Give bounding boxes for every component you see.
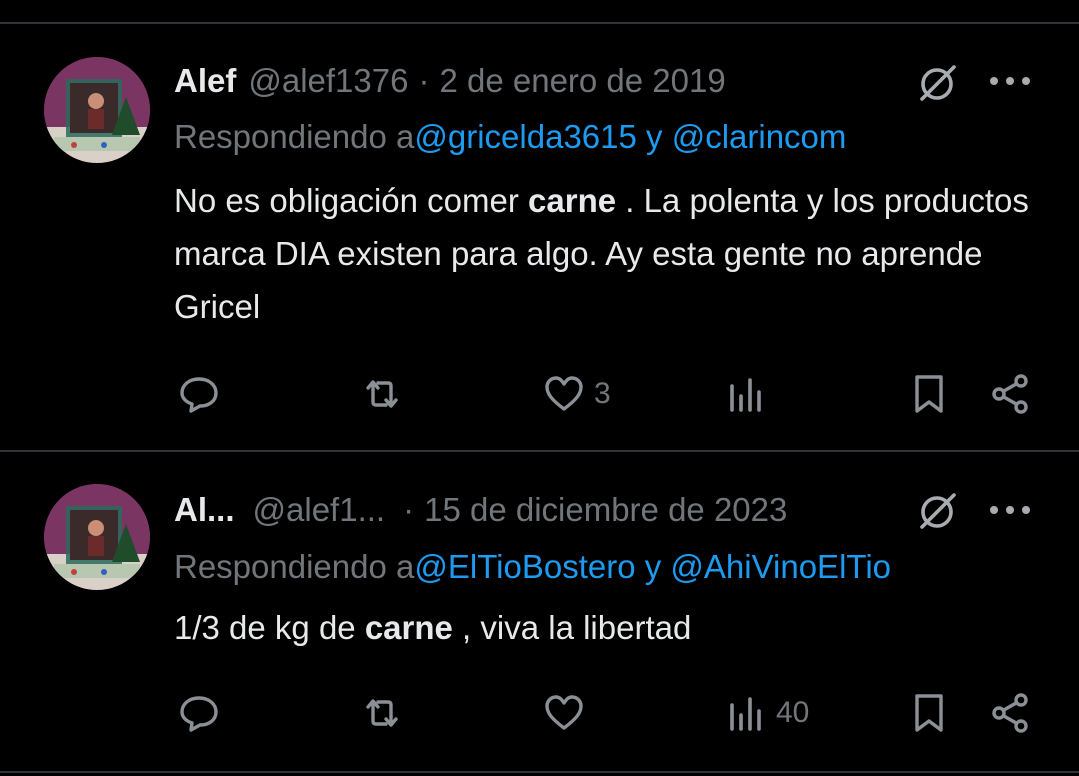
share-icon xyxy=(988,372,1032,416)
replying-handle-1[interactable]: @ElTioBostero xyxy=(414,548,635,585)
display-name[interactable]: Alef xyxy=(174,62,236,100)
bookmark-icon xyxy=(907,691,951,735)
timeline: Alef @alef1376 · 2 de enero de 2019 Resp… xyxy=(0,0,1079,776)
replying-to: Respondiendo a@ElTioBostero y @AhiVinoEl… xyxy=(174,548,891,586)
separator-dot: · xyxy=(418,62,430,99)
reply-icon xyxy=(177,691,221,735)
views-icon xyxy=(724,372,768,416)
like-count: 3 xyxy=(594,377,611,410)
tweet-text-start: 1/3 de kg de xyxy=(174,609,365,646)
user-handle[interactable]: @alef1376 xyxy=(248,62,408,100)
replying-prefix: Respondiendo a xyxy=(174,118,415,155)
display-name[interactable]: Al... xyxy=(174,491,235,529)
avatar[interactable] xyxy=(44,484,150,590)
more-icon[interactable] xyxy=(990,492,1030,528)
tweet-text: No es obligación comer carne . La polent… xyxy=(174,174,1044,333)
retweet-icon xyxy=(360,372,404,416)
share-button[interactable] xyxy=(988,691,1032,735)
separator-dot: · xyxy=(403,491,415,528)
bookmark-button[interactable] xyxy=(907,691,951,735)
tweet-header: Alef @alef1376 · 2 de enero de 2019 xyxy=(174,57,726,105)
bookmark-icon xyxy=(907,372,951,416)
bookmark-button[interactable] xyxy=(907,372,951,416)
replying-conjunction: y xyxy=(635,548,671,585)
tweet-text-highlight: carne xyxy=(364,609,453,646)
grok-icon[interactable] xyxy=(916,489,960,533)
replying-handle-2[interactable]: @clarincom xyxy=(672,118,847,155)
like-button[interactable] xyxy=(542,691,594,735)
reply-icon xyxy=(177,372,221,416)
tweet-text: 1/3 de kg de carne , viva la libertad xyxy=(174,601,1044,654)
replying-conjunction: y xyxy=(636,118,672,155)
replying-prefix: Respondiendo a xyxy=(174,548,415,585)
user-handle[interactable]: @alef1... xyxy=(253,491,386,529)
like-icon xyxy=(542,691,586,735)
tweet-text-highlight: carne xyxy=(528,182,617,219)
top-divider xyxy=(0,22,1079,24)
share-button[interactable] xyxy=(988,372,1032,416)
tweet-date[interactable]: 2 de enero de 2019 xyxy=(439,62,725,100)
replying-to: Respondiendo a@gricelda3615 y @clarincom xyxy=(174,118,846,156)
reply-button[interactable] xyxy=(177,691,229,735)
retweet-button[interactable] xyxy=(360,691,412,735)
tweet-header: Al... @alef1... · 15 de diciembre de 202… xyxy=(174,486,787,534)
avatar[interactable] xyxy=(44,57,150,163)
tweet-text-start: No es obligación comer xyxy=(174,182,529,219)
views-count: 40 xyxy=(776,696,810,729)
tweet-text-end: , viva la libertad xyxy=(452,609,692,646)
grok-icon[interactable] xyxy=(916,61,960,105)
views-button[interactable] xyxy=(724,372,776,416)
like-icon xyxy=(542,372,586,416)
retweet-icon xyxy=(360,691,404,735)
reply-button[interactable] xyxy=(177,372,229,416)
views-button[interactable]: 40 xyxy=(724,691,809,735)
tweet-divider xyxy=(0,450,1079,452)
like-button[interactable]: 3 xyxy=(542,372,611,416)
replying-handle-2[interactable]: @AhiVinoElTio xyxy=(670,548,891,585)
retweet-button[interactable] xyxy=(360,372,412,416)
share-icon xyxy=(988,691,1032,735)
more-icon[interactable] xyxy=(990,63,1030,99)
bottom-divider xyxy=(0,771,1079,773)
views-icon xyxy=(724,691,768,735)
replying-handle-1[interactable]: @gricelda3615 xyxy=(414,118,636,155)
tweet-date[interactable]: 15 de diciembre de 2023 xyxy=(424,491,787,529)
